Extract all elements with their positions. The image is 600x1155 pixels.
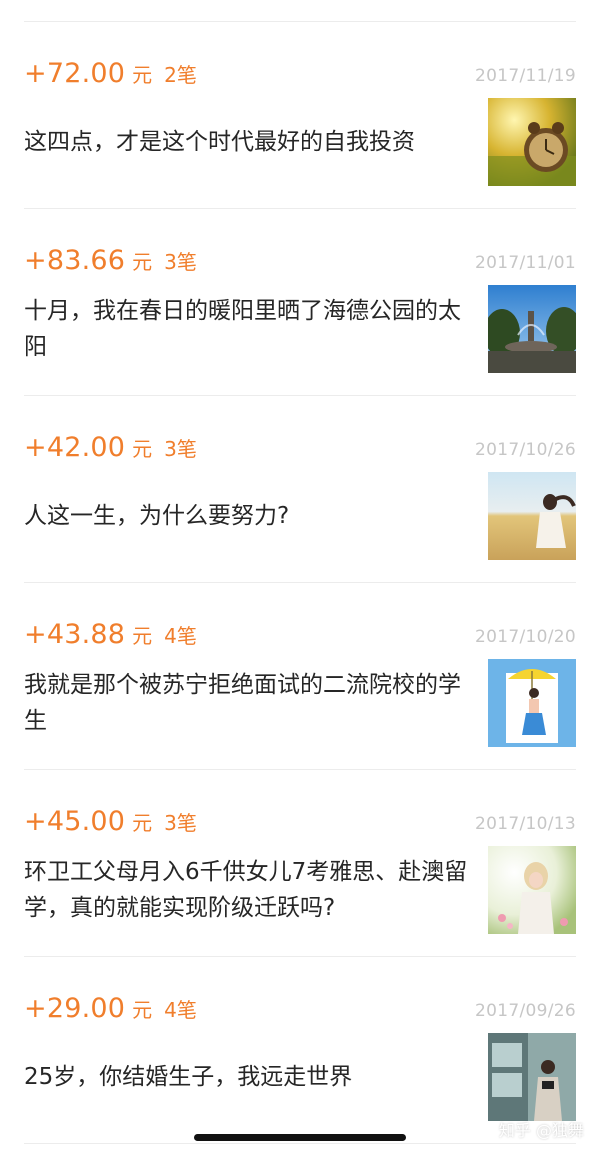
home-indicator[interactable] bbox=[194, 1134, 406, 1141]
reward-count: 4笔 bbox=[164, 998, 197, 1022]
post-date: 2017/11/01 bbox=[475, 253, 576, 273]
list-item[interactable]: +42.00 元 3笔 2017/10/26 人这一生，为什么要努力? bbox=[24, 396, 576, 583]
zhihu-watermark: 知乎 @独舞 bbox=[498, 1121, 584, 1140]
reward-amount-row: +72.00 元 2笔 bbox=[24, 58, 197, 89]
flower-girl-thumbnail-icon[interactable] bbox=[488, 846, 576, 934]
reward-amount: +29.00 bbox=[24, 993, 126, 1024]
reward-count: 3笔 bbox=[164, 811, 197, 835]
reward-amount: +45.00 bbox=[24, 806, 126, 837]
umbrella-girl-thumbnail-icon[interactable] bbox=[488, 659, 576, 747]
currency-unit: 元 bbox=[132, 250, 153, 274]
reward-amount-row: +45.00 元 3笔 bbox=[24, 806, 197, 837]
reward-count: 3笔 bbox=[164, 437, 197, 461]
reward-amount: +83.66 bbox=[24, 245, 126, 276]
train-traveler-thumbnail-icon[interactable] bbox=[488, 1033, 576, 1121]
currency-unit: 元 bbox=[132, 437, 153, 461]
article-title[interactable]: 十月，我在春日的暖阳里晒了海德公园的太阳 bbox=[24, 293, 480, 365]
reward-amount-row: +42.00 元 3笔 bbox=[24, 432, 197, 463]
currency-unit: 元 bbox=[132, 998, 153, 1022]
reward-count: 4笔 bbox=[164, 624, 197, 648]
currency-unit: 元 bbox=[132, 624, 153, 648]
list-item[interactable]: +29.00 元 4笔 2017/09/26 25岁，你结婚生子，我远走世界 bbox=[24, 957, 576, 1144]
post-date: 2017/11/19 bbox=[475, 66, 576, 86]
post-date: 2017/10/26 bbox=[475, 440, 576, 460]
reward-amount: +43.88 bbox=[24, 619, 126, 650]
currency-unit: 元 bbox=[132, 811, 153, 835]
reward-amount: +42.00 bbox=[24, 432, 126, 463]
list-item[interactable]: +43.88 元 4笔 2017/10/20 我就是那个被苏宁拒绝面试的二流院校… bbox=[24, 583, 576, 770]
article-title[interactable]: 人这一生，为什么要努力? bbox=[24, 498, 480, 534]
reward-amount-row: +83.66 元 3笔 bbox=[24, 245, 197, 276]
reward-count: 3笔 bbox=[164, 250, 197, 274]
currency-unit: 元 bbox=[132, 63, 153, 87]
reward-amount: +72.00 bbox=[24, 58, 126, 89]
post-date: 2017/10/20 bbox=[475, 627, 576, 647]
list-item[interactable]: +83.66 元 3笔 2017/11/01 十月，我在春日的暖阳里晒了海德公园… bbox=[24, 209, 576, 396]
article-title[interactable]: 25岁，你结婚生子，我远走世界 bbox=[24, 1059, 480, 1095]
list-item[interactable]: +45.00 元 3笔 2017/10/13 环卫工父母月入6千供女儿7考雅思、… bbox=[24, 770, 576, 957]
reward-amount-row: +43.88 元 4笔 bbox=[24, 619, 197, 650]
article-title[interactable]: 我就是那个被苏宁拒绝面试的二流院校的学生 bbox=[24, 667, 480, 739]
alarm-clock-thumbnail-icon[interactable] bbox=[488, 98, 576, 186]
article-title[interactable]: 这四点，才是这个时代最好的自我投资 bbox=[24, 124, 480, 160]
wheat-field-girl-thumbnail-icon[interactable] bbox=[488, 472, 576, 560]
park-fountain-thumbnail-icon[interactable] bbox=[488, 285, 576, 373]
reward-count: 2笔 bbox=[164, 63, 197, 87]
list-item[interactable]: +72.00 元 2笔 2017/11/19 这四点，才是这个时代最好的自我投资 bbox=[24, 22, 576, 209]
post-date: 2017/09/26 bbox=[475, 1001, 576, 1021]
reward-amount-row: +29.00 元 4笔 bbox=[24, 993, 197, 1024]
article-title[interactable]: 环卫工父母月入6千供女儿7考雅思、赴澳留学，真的就能实现阶级迁跃吗? bbox=[24, 854, 480, 926]
post-date: 2017/10/13 bbox=[475, 814, 576, 834]
